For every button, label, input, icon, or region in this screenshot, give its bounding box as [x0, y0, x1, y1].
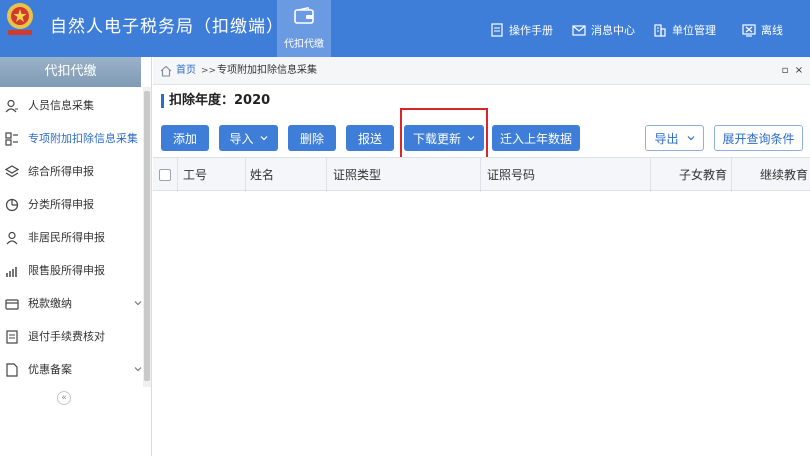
sidebar-item-special-deduction[interactable]: 专项附加扣除信息采集: [0, 124, 141, 154]
sidebar-collapse-button[interactable]: «: [57, 391, 71, 405]
offline-label: 离线: [761, 24, 783, 37]
column-divider: [480, 158, 481, 192]
export-button-label: 导出: [654, 131, 679, 146]
chevron-down-icon: [260, 136, 267, 141]
expand-query-label: 展开查询条件: [722, 131, 795, 146]
close-tab-button[interactable]: ×: [793, 65, 805, 77]
sidebar: 代扣代缴 人员信息采集 专项附加扣除信息采集 综合所得申报 分类所得申报 非居民…: [0, 57, 152, 456]
column-header-employee-id[interactable]: 工号: [183, 158, 207, 192]
chevron-down-icon: [687, 136, 694, 141]
manual-label: 操作手册: [509, 24, 553, 37]
chevron-down-icon: [134, 301, 142, 306]
mail-icon: [572, 25, 586, 36]
submit-button[interactable]: 报送: [346, 125, 394, 151]
card-icon: [5, 299, 19, 310]
column-divider: [326, 158, 327, 192]
user-icon: [5, 99, 18, 113]
tax-emblem-icon: [7, 3, 33, 35]
table-body: [153, 192, 810, 456]
sidebar-item-tax-payment[interactable]: 税款缴纳: [0, 289, 142, 319]
sidebar-item-classified-income[interactable]: 分类所得申报: [0, 190, 141, 220]
grid-icon: [5, 132, 18, 146]
manual-icon: [491, 23, 503, 37]
sidebar-item-label: 人员信息采集: [28, 99, 94, 112]
sidebar-item-restricted-stock[interactable]: 限售股所得申报: [0, 256, 141, 286]
breadcrumb-separator: >>: [201, 66, 217, 76]
expand-query-button[interactable]: 展开查询条件: [714, 125, 803, 151]
sidebar-title: 代扣代缴: [0, 57, 141, 87]
manual-button[interactable]: 操作手册: [490, 22, 553, 38]
sidebar-item-label: 专项附加扣除信息采集: [28, 132, 138, 145]
export-button[interactable]: 导出: [645, 125, 704, 151]
migrate-last-year-label: 迁入上年数据: [499, 131, 572, 146]
submit-button-label: 报送: [357, 131, 382, 146]
sidebar-item-personnel-info[interactable]: 人员信息采集: [0, 91, 141, 121]
sidebar-item-label: 分类所得申报: [28, 198, 94, 211]
sidebar-item-label: 优惠备案: [28, 363, 72, 376]
sidebar-item-label: 综合所得申报: [28, 165, 94, 178]
sidebar-item-refund-fee[interactable]: 退付手续费核对: [0, 322, 141, 352]
bar-chart-icon: [6, 267, 17, 277]
building-icon: [654, 24, 666, 37]
person-icon: [6, 231, 18, 245]
top-header: 自然人电子税务局（扣缴端） 代扣代缴 操作手册 消息中心 单位管理 离线: [0, 0, 810, 57]
column-divider: [650, 158, 651, 192]
receipt-icon: [6, 330, 18, 344]
offline-icon: [742, 24, 756, 37]
year-title-marker: [161, 94, 164, 108]
sidebar-item-label: 非居民所得申报: [28, 231, 105, 244]
layers-icon: [5, 165, 19, 178]
sidebar-scrollbar-thumb[interactable]: [144, 91, 150, 381]
column-header-name[interactable]: 姓名: [250, 158, 274, 192]
unit-management-button[interactable]: 单位管理: [653, 22, 716, 38]
breadcrumb: 首页 >> 专项附加扣除信息采集 ▫ ×: [153, 57, 810, 85]
import-button-label: 导入: [229, 131, 254, 146]
page-title: 扣除年度：2020: [169, 93, 271, 108]
sidebar-item-nonresident[interactable]: 非居民所得申报: [0, 223, 141, 253]
sidebar-item-preferential-filing[interactable]: 优惠备案: [0, 355, 142, 385]
nav-withholding-label: 代扣代缴: [284, 39, 324, 50]
column-header-child-education[interactable]: 子女教育: [679, 158, 727, 192]
column-header-continuing-education[interactable]: 继续教育: [760, 158, 808, 192]
sidebar-item-label: 税款缴纳: [28, 297, 72, 310]
pie-icon: [5, 198, 19, 212]
restore-button[interactable]: ▫: [779, 65, 791, 77]
offline-button[interactable]: 离线: [742, 22, 783, 38]
column-header-id-type[interactable]: 证照类型: [333, 158, 381, 192]
column-divider: [245, 158, 246, 192]
migrate-last-year-button[interactable]: 迁入上年数据: [492, 125, 580, 151]
breadcrumb-current: 专项附加扣除信息采集: [217, 65, 317, 76]
unit-management-label: 单位管理: [672, 24, 716, 37]
sidebar-item-label: 退付手续费核对: [28, 330, 105, 343]
chevron-down-icon: [134, 367, 142, 372]
sidebar-item-label: 限售股所得申报: [28, 264, 105, 277]
delete-button-label: 删除: [299, 131, 324, 146]
sidebar-item-comprehensive-income[interactable]: 综合所得申报: [0, 157, 141, 187]
sidebar-scrollbar[interactable]: [143, 87, 151, 387]
column-divider: [177, 158, 178, 192]
table-header: 工号 姓名 证照类型 证照号码 子女教育 继续教育: [153, 157, 810, 192]
nav-withholding[interactable]: 代扣代缴: [277, 0, 331, 57]
import-button[interactable]: 导入: [219, 125, 278, 151]
breadcrumb-home-link[interactable]: 首页: [176, 65, 196, 77]
delete-button[interactable]: 删除: [288, 125, 336, 151]
add-button-label: 添加: [172, 131, 197, 146]
wallet-icon: [294, 7, 314, 24]
app-title: 自然人电子税务局（扣缴端）: [50, 17, 284, 37]
column-header-id-number[interactable]: 证照号码: [487, 158, 535, 192]
message-center-label: 消息中心: [591, 24, 635, 37]
document-icon: [6, 363, 18, 377]
select-all-checkbox[interactable]: [159, 169, 171, 181]
home-icon: [160, 65, 172, 77]
add-button[interactable]: 添加: [161, 125, 209, 151]
column-divider: [731, 158, 732, 192]
message-center-button[interactable]: 消息中心: [572, 22, 635, 38]
